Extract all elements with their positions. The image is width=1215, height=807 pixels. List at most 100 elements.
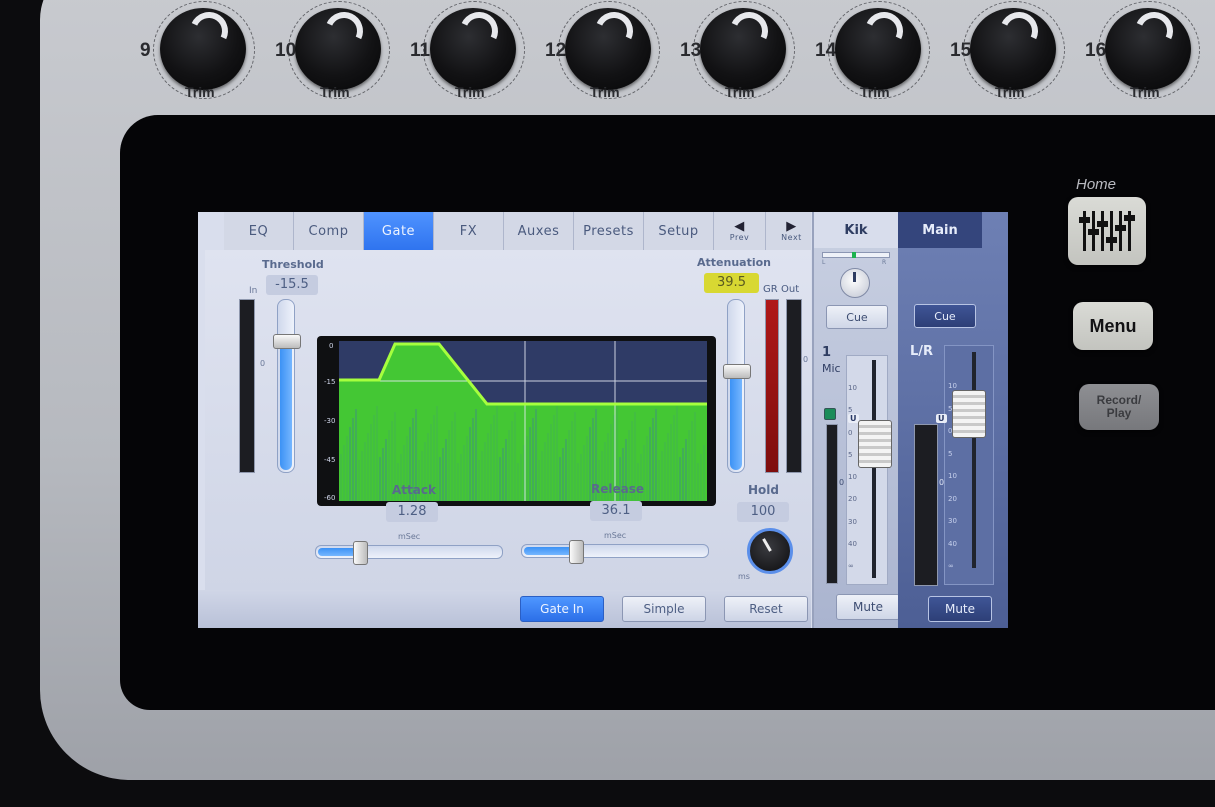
fader-scale-tick: ∞ xyxy=(848,562,854,570)
fader-scale-tick: 30 xyxy=(948,517,957,525)
menu-button[interactable]: Menu xyxy=(1073,302,1153,350)
next-button[interactable]: ▶ Next xyxy=(766,212,817,250)
attack-unit: mSec xyxy=(398,532,421,541)
simple-button[interactable]: Simple xyxy=(622,596,706,622)
prev-button[interactable]: ◀ Prev xyxy=(714,212,766,250)
main-cue-button[interactable]: Cue xyxy=(914,304,976,328)
trim-knob-13[interactable]: 13 Trim xyxy=(680,0,810,106)
trim-knob-dial[interactable] xyxy=(828,1,930,99)
pan-indicator xyxy=(852,252,856,258)
tab-fx[interactable]: FX xyxy=(434,212,504,250)
tab-eq[interactable]: EQ xyxy=(224,212,294,250)
main-bus-name: L/R xyxy=(910,344,934,359)
channel-on-led[interactable] xyxy=(824,408,836,420)
fader-bank-icon xyxy=(1079,211,1135,251)
input-meter xyxy=(239,299,255,473)
fader-scale-tick: ∞ xyxy=(948,562,954,570)
mute-button[interactable]: Mute xyxy=(836,594,900,620)
cue-button[interactable]: Cue xyxy=(826,305,888,329)
pan-left-label: L xyxy=(822,259,826,266)
threshold-slider-handle[interactable] xyxy=(273,334,301,349)
tab-presets[interactable]: Presets xyxy=(574,212,644,250)
pan-scale xyxy=(822,252,890,258)
release-value: 36.1 xyxy=(590,501,642,521)
trim-knob-label: Trim xyxy=(995,84,1025,100)
graph-y-tick-60: -60 xyxy=(324,494,335,502)
tab-setup[interactable]: Setup xyxy=(644,212,714,250)
tab-comp[interactable]: Comp xyxy=(294,212,364,250)
knob-pointer-icon xyxy=(1129,6,1179,56)
pan-right-label: R xyxy=(882,259,887,266)
pan-knob[interactable] xyxy=(840,268,870,298)
trim-knob-10[interactable]: 10 Trim xyxy=(275,0,405,106)
trim-knob-14[interactable]: 14 Trim xyxy=(815,0,945,106)
trim-knob-15[interactable]: 15 Trim xyxy=(950,0,1080,106)
fader-scale-tick: 20 xyxy=(948,494,957,503)
fader-scale-tick: 20 xyxy=(848,495,857,504)
attack-slider-handle[interactable] xyxy=(353,541,368,565)
main-fader-track xyxy=(972,352,976,568)
arrow-right-icon: ▶ xyxy=(786,218,797,234)
knob-pointer-icon xyxy=(724,6,774,56)
trim-knob-9[interactable]: 9 Trim xyxy=(140,0,270,106)
main-fader-cap[interactable] xyxy=(952,390,986,438)
main-name[interactable]: Main xyxy=(898,212,982,248)
record-play-button[interactable]: Record/ Play xyxy=(1079,384,1159,430)
channel-fader-track xyxy=(872,360,876,578)
attack-value: 1.28 xyxy=(386,502,438,522)
next-label: Next xyxy=(781,232,802,242)
trim-knob-dial[interactable] xyxy=(288,1,390,99)
release-slider[interactable] xyxy=(521,540,709,564)
gate-graph-svg: 0 -15 -30 -45 -60 xyxy=(324,341,707,502)
main-mute-button[interactable]: Mute xyxy=(928,596,992,622)
touch-display: EQ Comp Gate FX Auxes Presets Setup ◀ Pr… xyxy=(198,212,1008,628)
trim-knob-label: Trim xyxy=(860,84,890,100)
graph-y-tick-30: -30 xyxy=(324,417,335,425)
attenuation-label: Attenuation xyxy=(697,256,771,269)
attenuation-slider-fill xyxy=(730,368,742,470)
hold-knob[interactable] xyxy=(747,528,793,574)
attenuation-slider-handle[interactable] xyxy=(723,364,751,379)
knob-pointer-icon xyxy=(859,6,909,56)
trim-knob-label: Trim xyxy=(320,84,350,100)
trim-knob-12[interactable]: 12 Trim xyxy=(545,0,675,106)
trim-knob-dial[interactable] xyxy=(423,1,525,99)
input-meter-label: In xyxy=(249,286,258,296)
out-label: Out xyxy=(781,284,800,295)
graph-y-tick-15: -15 xyxy=(324,378,335,386)
threshold-slider[interactable] xyxy=(273,299,301,473)
trim-knob-11[interactable]: 11 Trim xyxy=(410,0,540,106)
gate-button-row: Gate In Simple Reset xyxy=(198,590,811,628)
fader-scale-tick: 10 xyxy=(948,472,957,480)
threshold-value: -15.5 xyxy=(266,275,318,295)
home-button[interactable] xyxy=(1068,197,1146,265)
fader-scale-tick: 0 xyxy=(848,428,853,437)
tab-auxes[interactable]: Auxes xyxy=(504,212,574,250)
input-meter-zero: 0 xyxy=(260,359,266,368)
knob-pointer-icon xyxy=(319,6,369,56)
channel-name[interactable]: Kik xyxy=(814,212,898,248)
trim-knob-dial[interactable] xyxy=(963,1,1065,99)
knob-pointer-icon xyxy=(994,6,1044,56)
trim-knob-dial[interactable] xyxy=(558,1,660,99)
channel-fader-cap[interactable] xyxy=(858,420,892,468)
attack-slider[interactable] xyxy=(315,541,503,565)
fader-scale-tick: 30 xyxy=(848,517,857,526)
trim-knob-label: Trim xyxy=(185,84,215,100)
threshold-slider-fill xyxy=(280,338,292,470)
fader-scale-tick: 10 xyxy=(848,384,857,392)
trim-knob-dial[interactable] xyxy=(1098,1,1200,99)
attenuation-slider[interactable] xyxy=(723,299,751,473)
trim-knob-dial[interactable] xyxy=(153,1,255,99)
graph-y-tick-45: -45 xyxy=(324,456,335,464)
gate-in-button[interactable]: Gate In xyxy=(520,596,604,622)
home-label: Home xyxy=(1076,176,1117,193)
trim-knob-dial[interactable] xyxy=(693,1,795,99)
threshold-label: Threshold xyxy=(262,258,324,271)
trim-knob-16[interactable]: 16 Trim xyxy=(1085,0,1215,106)
tab-gate[interactable]: Gate xyxy=(364,212,434,250)
release-slider-handle[interactable] xyxy=(569,540,584,564)
reset-button[interactable]: Reset xyxy=(724,596,808,622)
mixer-photo: 9 Trim 10 Trim 11 Trim 12 Trim 13 Trim 14 Trim 15 Tri… xyxy=(0,0,1215,807)
knob-pointer-icon xyxy=(184,6,234,56)
